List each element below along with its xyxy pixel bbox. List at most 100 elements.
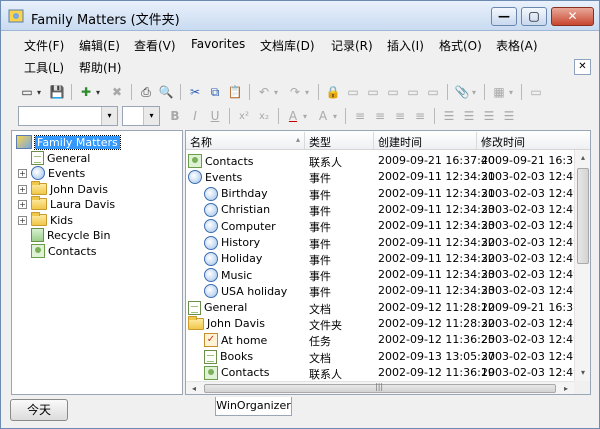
expand-icon[interactable]: + [18,185,27,194]
column-header-created[interactable]: 创建时间 [378,134,422,150]
list-item[interactable]: Contacts 联系人 2002-09-12 11:36:19 2003-02-03… [186,365,590,381]
scroll-left-icon[interactable]: ◂ [186,382,202,394]
menu-help[interactable]: 帮助(H) [79,59,121,76]
today-button[interactable]: 今天 [10,399,68,421]
scroll-up-icon[interactable]: ▴ [575,150,590,166]
tree-item-events[interactable]: Events [31,165,85,181]
menu-format[interactable]: 格式(O) [439,37,482,54]
subscript-icon[interactable]: x₂ [255,107,273,125]
list-item[interactable]: Contacts 联系人 2009-09-21 16:37:40 2009-09-21… [186,153,590,169]
title-bar[interactable]: Family Matters (文件夹) — ▢ ✕ [1,1,599,31]
column-divider[interactable] [304,132,305,149]
list-item[interactable]: General 文档 2002-09-12 11:28:12 2009-09-21 1… [186,300,590,316]
highlight-dropdown-icon[interactable]: ▾ [330,107,340,125]
mark-icon[interactable]: ▭ [384,83,402,101]
column-header-type[interactable]: 类型 [309,134,331,150]
unlink-icon[interactable]: ▭ [364,83,382,101]
list-item[interactable]: Holiday 事件 2002-09-11 12:34:32 2003-02-03 1… [186,251,590,267]
align-center-icon[interactable]: ≡ [371,107,389,125]
paste-icon[interactable]: 📋 [226,83,244,101]
folder-tree[interactable]: Family Matters General + Events + John D… [11,130,183,395]
list-item[interactable]: ✓ At home 任务 2002-09-12 11:36:25 2003-02-03 … [186,332,590,348]
maximize-button[interactable]: ▢ [521,7,547,26]
column-divider[interactable] [476,132,477,149]
vertical-scrollbar[interactable]: ▴ ▾ [574,150,590,381]
menu-library[interactable]: 文档库(D) [260,37,315,54]
menu-favorites[interactable]: Favorites [191,37,245,51]
attach-dropdown-icon[interactable]: ▾ [469,83,479,101]
list-item[interactable]: History 事件 2002-09-11 12:34:32 2003-02-03 1… [186,235,590,251]
font-color-dropdown-icon[interactable]: ▾ [300,107,310,125]
menu-insert[interactable]: 插入(I) [387,37,424,54]
justify-icon[interactable]: ≡ [411,107,429,125]
scroll-down-icon[interactable]: ▾ [575,365,590,381]
underline-icon[interactable]: U [206,107,224,125]
cut-icon[interactable]: ✂ [186,83,204,101]
scroll-thumb[interactable]: ||| [204,382,556,393]
tab-winorganizer[interactable]: WinOrganizer [215,397,292,416]
check-icon[interactable]: ▭ [404,83,422,101]
menu-file[interactable]: 文件(F) [24,37,64,54]
bold-icon[interactable]: B [166,107,184,125]
item-list[interactable]: 名称 ▴ 类型 创建时间 修改时间 Contacts 联系人 2009-09-21 … [185,130,591,395]
chevron-down-icon[interactable]: ▾ [143,107,159,125]
list-item[interactable]: Music 事件 2002-09-11 12:34:33 2003-02-03 12:… [186,267,590,283]
expand-icon[interactable]: + [18,169,27,178]
menu-edit[interactable]: 编辑(E) [79,37,120,54]
delete-icon[interactable]: ✖ [108,83,126,101]
list-item[interactable]: Events 事件 2002-09-11 12:34:31 2003-02-03 12… [186,169,590,185]
menu-table[interactable]: 表格(A) [496,37,538,54]
list-item[interactable]: Birthday 事件 2002-09-11 12:34:31 2003-02-03 … [186,186,590,202]
tree-item-laura-davis[interactable]: Laura Davis [31,196,115,212]
scroll-thumb[interactable] [577,168,589,264]
print-preview-icon[interactable]: 🔍 [157,83,175,101]
column-header-name[interactable]: 名称 [190,134,212,150]
tree-item-kids[interactable]: Kids [31,212,73,228]
table-dropdown-icon[interactable]: ▾ [506,83,516,101]
close-button[interactable]: ✕ [551,7,594,26]
column-divider[interactable] [373,132,374,149]
menu-close-icon[interactable]: ✕ [574,59,591,75]
add-dropdown-icon[interactable]: ▾ [93,83,103,101]
expand-icon[interactable]: + [18,216,27,225]
list-item[interactable]: Christian 事件 2002-09-11 12:34:33 2003-02-03… [186,202,590,218]
list-item[interactable]: John Davis 文件夹 2002-09-12 11:28:32 2003-02-… [186,315,590,332]
link-icon[interactable]: ▭ [344,83,362,101]
bullet-list-icon[interactable]: ☰ [460,107,478,125]
expand-icon[interactable]: + [18,200,27,209]
tree-item-recycle-bin[interactable]: Recycle Bin [31,227,110,243]
new-dropdown-icon[interactable]: ▾ [34,83,44,101]
minimize-button[interactable]: — [491,7,517,26]
copy-icon[interactable]: ⧉ [206,83,224,101]
scroll-right-icon[interactable]: ▸ [558,382,574,394]
redo-dropdown-icon[interactable]: ▾ [302,83,312,101]
tree-root[interactable]: Family Matters [16,134,121,150]
numbered-list-icon[interactable]: ☰ [440,107,458,125]
menu-view[interactable]: 查看(V) [134,37,176,54]
list-item[interactable]: Books 文档 2002-09-13 13:05:37 2003-02-03 12:… [186,349,590,365]
italic-icon[interactable]: I [186,107,204,125]
align-right-icon[interactable]: ≡ [391,107,409,125]
indent-icon[interactable]: ☰ [500,107,518,125]
undo-dropdown-icon[interactable]: ▾ [271,83,281,101]
list-item[interactable]: USA holiday 事件 2002-09-11 12:34:33 2003-02-… [186,283,590,299]
menu-record[interactable]: 记录(R) [331,37,373,54]
menu-tools[interactable]: 工具(L) [24,59,64,76]
tree-item-general[interactable]: General [31,150,90,166]
reminder-icon[interactable]: ▭ [424,83,442,101]
lock-icon[interactable]: 🔒 [324,83,342,101]
list-item[interactable]: Computer 事件 2002-09-11 12:34:33 2003-02-03 … [186,218,590,234]
font-size-combo[interactable]: ▾ [122,106,160,126]
superscript-icon[interactable]: x² [235,107,253,125]
chevron-down-icon[interactable]: ▾ [101,107,117,125]
tree-item-contacts[interactable]: Contacts [31,243,97,259]
column-header-modified[interactable]: 修改时间 [481,134,525,150]
tree-item-john-davis[interactable]: John Davis [31,181,108,197]
outdent-icon[interactable]: ☰ [480,107,498,125]
print-icon[interactable]: ⎙ [137,83,155,101]
font-name-combo[interactable]: ▾ [18,106,118,126]
horizontal-scrollbar[interactable]: ◂ ||| ▸ [186,381,574,394]
align-left-icon[interactable]: ≡ [351,107,369,125]
save-icon[interactable]: 💾 [48,83,66,101]
image-icon[interactable]: ▭ [527,83,545,101]
